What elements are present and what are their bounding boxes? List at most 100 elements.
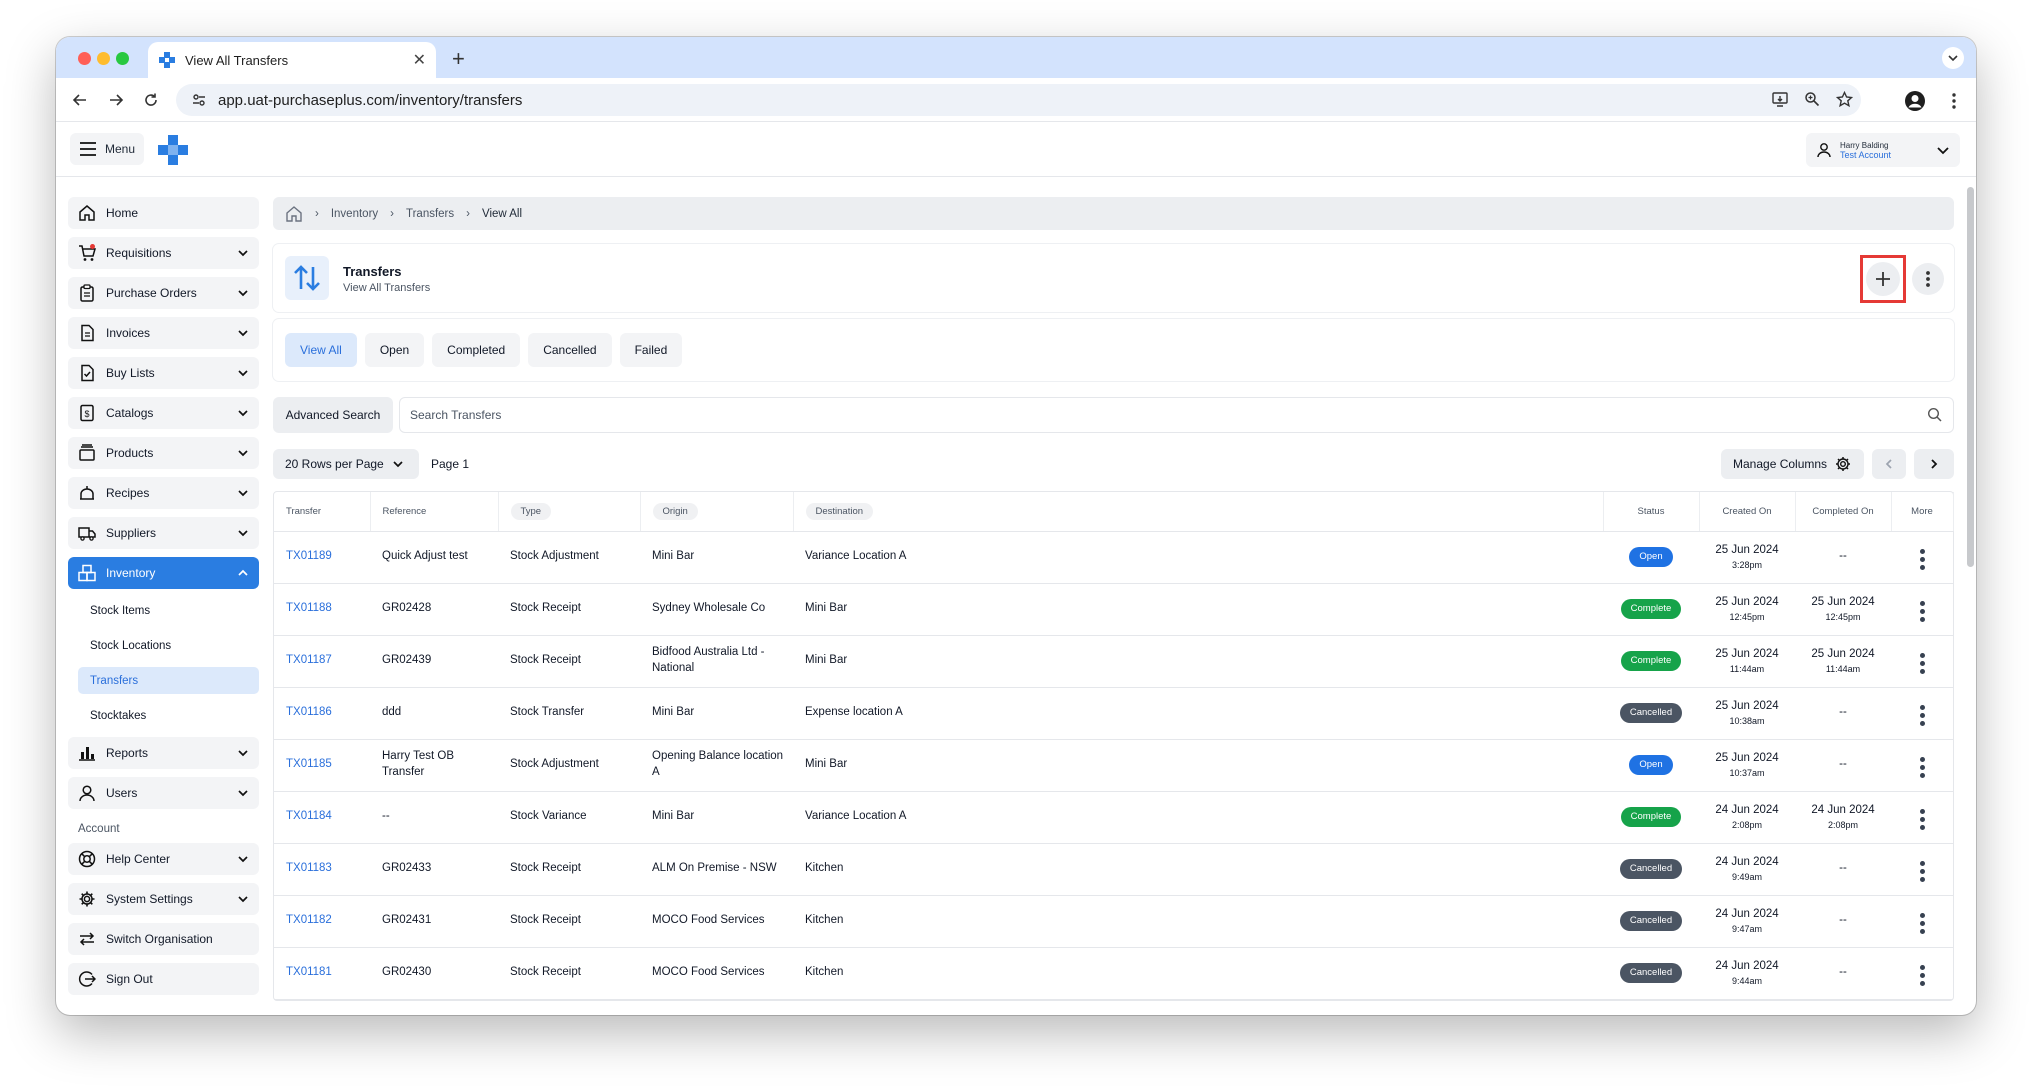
table-row[interactable]: TX01189 Quick Adjust test Stock Adjustment… xyxy=(274,531,1953,584)
table-row[interactable]: TX01184 -- Stock Variance Mini Bar Variance … xyxy=(274,791,1953,844)
breadcrumb-inventory[interactable]: Inventory xyxy=(331,208,378,220)
sidebar-subitem-stock-locations[interactable]: Stock Locations xyxy=(78,632,259,659)
transfer-id-link[interactable]: TX01187 xyxy=(274,635,370,688)
search-input[interactable] xyxy=(400,398,1953,432)
column-header-status[interactable]: Status xyxy=(1603,492,1700,532)
sidebar-item-requisitions[interactable]: Requisitions xyxy=(68,237,259,269)
tab-cancelled[interactable]: Cancelled xyxy=(528,333,612,367)
sidebar-item-invoices[interactable]: Invoices xyxy=(68,317,259,349)
page-scrollbar[interactable] xyxy=(1967,187,1974,567)
install-app-icon[interactable] xyxy=(1771,90,1789,108)
row-more-button[interactable] xyxy=(1919,861,1925,882)
row-more-button[interactable] xyxy=(1919,653,1925,674)
column-header-created-on[interactable]: Created On xyxy=(1699,492,1796,532)
tab-close-icon[interactable]: ✕ xyxy=(413,50,426,70)
sidebar-subitem-stock-items[interactable]: Stock Items xyxy=(78,597,259,624)
add-transfer-button[interactable] xyxy=(1866,262,1900,296)
origin-cell: Bidfood Australia Ltd - National xyxy=(640,635,793,688)
transfer-id-link[interactable]: TX01181 xyxy=(274,947,370,1000)
transfer-id-link[interactable]: TX01182 xyxy=(274,895,370,948)
status-badge: Cancelled xyxy=(1619,702,1683,724)
bookmark-star-icon[interactable] xyxy=(1835,90,1853,108)
table-row[interactable]: TX01185 Harry Test OB Transfer Stock Adjus… xyxy=(274,739,1953,792)
rows-per-page-select[interactable]: 20 Rows per Page xyxy=(273,449,419,479)
sidebar-item-catalogs[interactable]: $ Catalogs xyxy=(68,397,259,429)
home-icon[interactable] xyxy=(285,205,303,223)
status-cell: Complete xyxy=(1603,583,1699,636)
chevron-down-icon xyxy=(238,330,248,337)
breadcrumb-transfers[interactable]: Transfers xyxy=(406,208,454,220)
sidebar-item-suppliers[interactable]: Suppliers xyxy=(68,517,259,549)
table-row[interactable]: TX01183 GR02433 Stock Receipt ALM On Premis… xyxy=(274,843,1953,896)
table-row[interactable]: TX01187 GR02439 Stock Receipt Bidfood Austr… xyxy=(274,635,1953,688)
minimize-window-button[interactable] xyxy=(97,52,110,65)
profile-avatar[interactable] xyxy=(1904,90,1926,112)
menu-button[interactable]: Menu xyxy=(70,133,144,165)
sidebar-subitem-transfers[interactable]: Transfers xyxy=(78,667,259,694)
browser-tab[interactable]: View All Transfers ✕ xyxy=(148,42,436,78)
table-row[interactable]: TX01186 ddd Stock Transfer Mini Bar Expense … xyxy=(274,687,1953,740)
transfer-id-link[interactable]: TX01188 xyxy=(274,583,370,636)
table-row[interactable]: TX01188 GR02428 Stock Receipt Sydney Wholes… xyxy=(274,583,1953,636)
chevron-down-icon xyxy=(1937,147,1949,155)
row-more-button[interactable] xyxy=(1919,757,1925,778)
sidebar-item-users[interactable]: Users xyxy=(68,777,259,809)
forward-button[interactable] xyxy=(106,90,126,110)
transfer-id-link[interactable]: TX01189 xyxy=(274,531,370,584)
tab-failed[interactable]: Failed xyxy=(619,333,683,367)
tab-completed[interactable]: Completed xyxy=(432,333,521,367)
dot xyxy=(1919,877,1925,882)
advanced-search-button[interactable]: Advanced Search xyxy=(273,397,393,433)
sidebar-item-inventory[interactable]: Inventory xyxy=(68,557,259,589)
column-header-destination[interactable]: Destination xyxy=(793,492,1604,532)
tab-open[interactable]: Open xyxy=(364,333,425,367)
sidebar-item-help-center[interactable]: Help Center xyxy=(68,843,259,875)
column-header-transfer[interactable]: Transfer xyxy=(274,492,371,532)
transfer-id-link[interactable]: TX01183 xyxy=(274,843,370,896)
row-more-button[interactable] xyxy=(1919,705,1925,726)
column-header-origin[interactable]: Origin xyxy=(640,492,794,532)
tab-view-all[interactable]: View All xyxy=(285,333,357,367)
back-button[interactable] xyxy=(70,90,90,110)
maximize-window-button[interactable] xyxy=(116,52,129,65)
table-row[interactable]: TX01181 GR02430 Stock Receipt MOCO Food Ser… xyxy=(274,947,1953,1000)
manage-columns-button[interactable]: Manage Columns xyxy=(1721,449,1864,479)
transfer-id-link[interactable]: TX01186 xyxy=(274,687,370,740)
transfer-id-link[interactable]: TX01185 xyxy=(274,739,370,792)
search-icon[interactable] xyxy=(1927,407,1943,428)
transfer-id-link[interactable]: TX01184 xyxy=(274,791,370,844)
next-page-button[interactable] xyxy=(1914,449,1954,479)
sidebar-item-products[interactable]: Products xyxy=(68,437,259,469)
previous-page-button[interactable] xyxy=(1872,449,1906,479)
close-window-button[interactable] xyxy=(78,52,91,65)
browser-menu-button[interactable] xyxy=(1943,90,1965,112)
purchaseplus-logo[interactable] xyxy=(158,135,188,165)
page-more-button[interactable] xyxy=(1912,263,1944,295)
sidebar-item-home[interactable]: Home xyxy=(68,197,259,229)
sidebar-subitem-stocktakes[interactable]: Stocktakes xyxy=(78,702,259,729)
site-settings-icon[interactable] xyxy=(190,91,208,109)
sidebar-item-system-settings[interactable]: System Settings xyxy=(68,883,259,915)
table-row[interactable]: TX01182 GR02431 Stock Receipt MOCO Food Ser… xyxy=(274,895,1953,948)
row-more-button[interactable] xyxy=(1919,601,1925,622)
address-bar[interactable]: app.uat-purchaseplus.com/inventory/trans… xyxy=(176,84,1861,116)
sidebar-item-switch-organisation[interactable]: Switch Organisation xyxy=(68,923,259,955)
reload-button[interactable] xyxy=(141,90,161,110)
row-more-button[interactable] xyxy=(1919,809,1925,830)
column-header-completed-on[interactable]: Completed On xyxy=(1795,492,1892,532)
new-tab-button[interactable]: + xyxy=(452,46,465,72)
sidebar-item-recipes[interactable]: Recipes xyxy=(68,477,259,509)
tab-search-button[interactable] xyxy=(1942,47,1964,69)
column-header-reference[interactable]: Reference xyxy=(370,492,499,532)
sidebar: Home Requisitions Purchase Orders Invoic… xyxy=(68,197,259,1003)
user-menu[interactable]: Harry Balding Test Account xyxy=(1806,133,1960,167)
sidebar-item-reports[interactable]: Reports xyxy=(68,737,259,769)
zoom-icon[interactable] xyxy=(1803,90,1821,108)
row-more-button[interactable] xyxy=(1919,913,1925,934)
row-more-button[interactable] xyxy=(1919,965,1925,986)
sidebar-item-purchase-orders[interactable]: Purchase Orders xyxy=(68,277,259,309)
row-more-button[interactable] xyxy=(1919,549,1925,570)
column-header-type[interactable]: Type xyxy=(498,492,641,532)
sidebar-item-buy-lists[interactable]: Buy Lists xyxy=(68,357,259,389)
sidebar-item-sign-out[interactable]: Sign Out xyxy=(68,963,259,995)
